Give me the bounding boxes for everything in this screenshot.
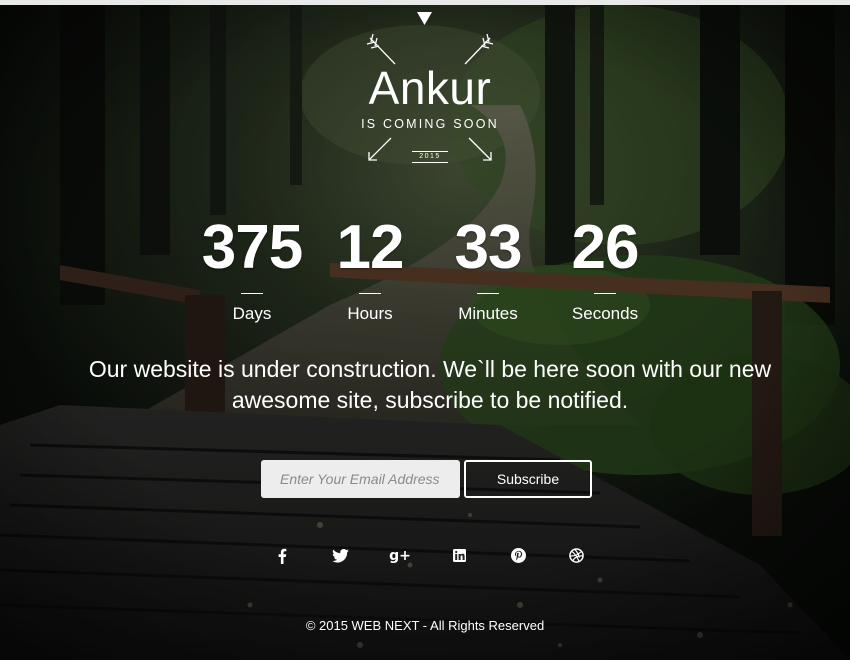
construction-message: Our website is under construction. We`ll… [88,356,772,413]
countdown-hours: 12 Hours [315,212,425,324]
social-links: g+ [270,545,590,569]
linkedin-icon[interactable] [447,545,471,567]
brand-year: 2015 [412,151,448,163]
copyright-footer: © 2015 WEB NEXT - All Rights Reserved [305,618,545,633]
days-value: 375 [201,213,303,282]
countdown-days: 375 Days [197,212,307,324]
days-label: Days [232,304,272,323]
hours-value: 12 [336,213,405,282]
countdown-timer: 375 Days 12 Hours 33 Minutes 26 Seconds [190,212,660,332]
logo: Ankur IS COMING SOON 2015 [355,30,505,170]
pinterest-icon[interactable] [506,545,530,567]
google-plus-label: g+ [389,548,411,564]
seconds-label: Seconds [571,304,639,323]
countdown-seconds: 26 Seconds [550,212,660,324]
dribbble-icon[interactable] [564,545,588,567]
scroll-down-icon[interactable] [417,12,432,30]
seconds-divider [594,293,616,294]
days-divider [241,293,263,294]
subscribe-button[interactable]: Subscribe [464,460,592,498]
brand-tagline: IS COMING SOON [361,117,499,131]
seconds-value: 26 [571,213,640,282]
facebook-icon[interactable] [270,545,294,567]
twitter-icon[interactable] [328,545,352,567]
countdown-minutes: 33 Minutes [433,212,543,324]
brand-name: Ankur [368,62,492,114]
hours-divider [359,293,381,294]
minutes-value: 33 [454,213,523,282]
hours-label: Hours [347,304,393,323]
google-plus-icon[interactable]: g+ [388,545,412,567]
minutes-divider [477,293,499,294]
email-input[interactable] [261,460,460,498]
minutes-label: Minutes [458,304,518,323]
